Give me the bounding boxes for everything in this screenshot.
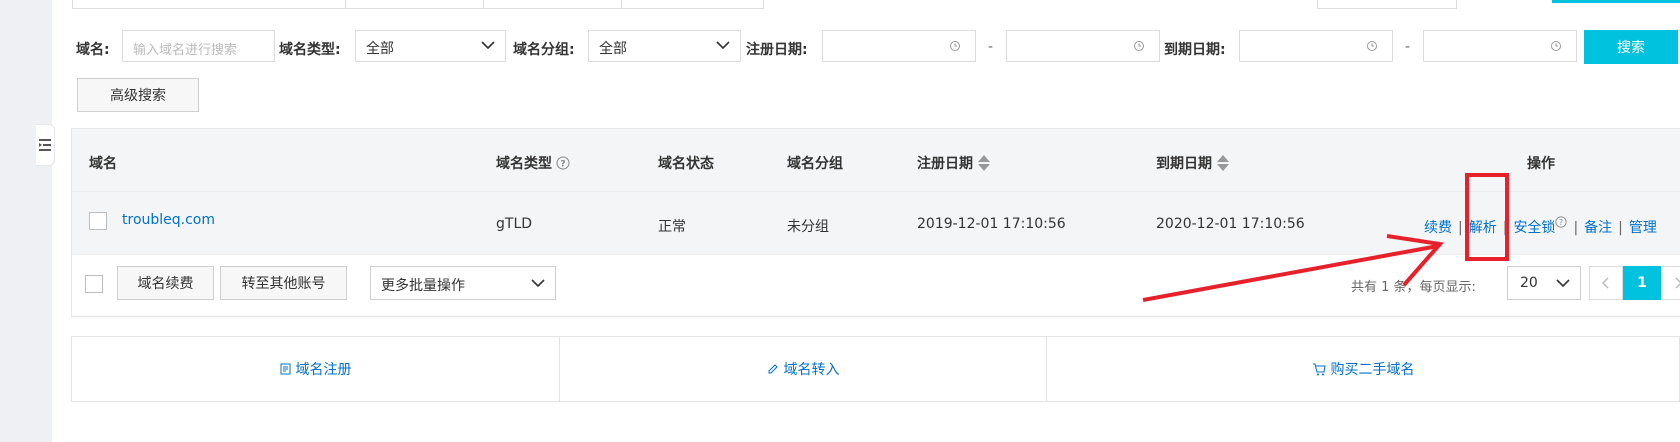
divider: | [1502, 220, 1508, 236]
domain-search-input[interactable]: 输入域名进行搜索 [122, 30, 275, 62]
domain-type-value: 全部 [366, 41, 394, 57]
domain-group-label: 域名分组: [513, 42, 575, 58]
domain-table: 域名 域名类型 ? 域名状态 域名分组 注册日期 到期日期 操作 trouble… [71, 128, 1680, 317]
help-icon[interactable]: ? [556, 156, 570, 170]
clock-icon [1551, 41, 1561, 51]
help-icon[interactable]: ? [1555, 216, 1568, 228]
renew-link[interactable]: 续费 [1424, 220, 1452, 236]
col-reg-date[interactable]: 注册日期 [917, 153, 991, 173]
col-type-label: 域名类型 [496, 156, 552, 172]
dns-resolve-link[interactable]: 解析 [1469, 220, 1497, 236]
domain-status-cell: 正常 [658, 219, 686, 235]
table-header: 域名 域名类型 ? 域名状态 域名分组 注册日期 到期日期 操作 [72, 129, 1680, 191]
chevron-down-icon [716, 41, 730, 50]
buy-second-hand-link[interactable]: 购买二手域名 [1046, 337, 1679, 401]
chevron-down-icon [1556, 279, 1570, 288]
exp-date-end-input[interactable] [1423, 30, 1577, 62]
col-reg-date-label: 注册日期 [917, 156, 973, 172]
page-size-select[interactable]: 20 [1507, 266, 1581, 300]
row-actions: 续费 | 解析 | 安全锁? | 备注 | 管理 [1424, 216, 1657, 237]
manage-link[interactable]: 管理 [1629, 220, 1657, 236]
col-exp-date[interactable]: 到期日期 [1156, 153, 1230, 173]
domain-type-cell: gTLD [496, 216, 533, 232]
total-count-text: 共有 1 条，每页显示: [1351, 280, 1476, 295]
left-sidebar-rail [0, 0, 52, 442]
exp-date-separator: - [1405, 39, 1411, 55]
clock-icon [1134, 41, 1144, 51]
row-checkbox[interactable] [89, 212, 107, 230]
exp-date-start-input[interactable] [1239, 30, 1393, 62]
transfer-in-link[interactable]: 域名转入 [559, 337, 1046, 401]
page-number-button[interactable]: 1 [1623, 266, 1661, 300]
batch-renew-button[interactable]: 域名续费 [117, 266, 214, 300]
reg-date-separator: - [988, 39, 994, 55]
notes-link[interactable]: 备注 [1584, 220, 1612, 236]
top-action-button[interactable] [1552, 0, 1680, 3]
domain-type-label: 域名类型: [279, 42, 341, 58]
exp-date-cell: 2020-12-01 17:10:56 [1156, 216, 1305, 232]
domain-group-cell: 未分组 [787, 219, 829, 235]
col-group: 域名分组 [787, 156, 843, 172]
exp-date-label: 到期日期: [1164, 42, 1226, 58]
tab[interactable] [621, 0, 764, 9]
reg-date-end-input[interactable] [1006, 30, 1160, 62]
col-exp-date-label: 到期日期 [1156, 156, 1212, 172]
divider: | [1618, 220, 1623, 236]
prev-page-button[interactable] [1589, 266, 1623, 300]
select-all-checkbox[interactable] [85, 275, 103, 293]
reg-date-start-input[interactable] [822, 30, 976, 62]
batch-actions-label: 更多批量操作 [381, 278, 465, 294]
advanced-search-button[interactable]: 高级搜索 [77, 78, 199, 112]
chevron-down-icon [531, 279, 545, 288]
edit-icon [768, 364, 778, 374]
next-page-button[interactable] [1661, 266, 1680, 300]
domain-link[interactable]: troubleq.com [122, 212, 215, 228]
svg-text:?: ? [560, 160, 565, 170]
reg-date-label: 注册日期: [746, 42, 808, 58]
top-tab-strip [72, 0, 1680, 9]
table-footer: 域名续费 转至其他账号 更多批量操作 共有 1 条，每页显示: 20 1 [72, 254, 1680, 316]
register-domain-link[interactable]: 域名注册 [72, 337, 559, 401]
buy-second-hand-label: 购买二手域名 [1330, 362, 1415, 378]
domain-group-value: 全部 [599, 41, 627, 57]
security-lock-link[interactable]: 安全锁 [1513, 220, 1555, 236]
col-actions: 操作 [1527, 156, 1555, 172]
domain-group-select[interactable]: 全部 [588, 30, 741, 62]
col-type: 域名类型 ? [496, 153, 570, 173]
menu-collapse-icon [39, 139, 51, 151]
document-icon [280, 363, 290, 375]
quick-links-bar: 域名注册 域名转入 购买二手域名 [71, 336, 1680, 402]
sort-icon[interactable] [1216, 153, 1230, 173]
tab[interactable] [1317, 0, 1457, 9]
filter-bar: 域名: 输入域名进行搜索 域名类型: 全部 域名分组: 全部 注册日期: - 到… [0, 30, 1680, 64]
divider: | [1458, 220, 1463, 236]
chevron-right-icon [1675, 277, 1680, 289]
tab[interactable] [72, 0, 347, 9]
divider: | [1573, 220, 1579, 236]
reg-date-cell: 2019-12-01 17:10:56 [917, 216, 1066, 232]
page-size-value: 20 [1520, 275, 1538, 291]
col-domain: 域名 [89, 156, 117, 172]
table-row: troubleq.com gTLD 正常 未分组 2019-12-01 17:1… [72, 191, 1680, 254]
tab[interactable] [483, 0, 623, 9]
sidebar-toggle[interactable] [36, 124, 55, 166]
clock-icon [950, 41, 960, 51]
col-status: 域名状态 [658, 156, 714, 172]
chevron-down-icon [481, 41, 495, 50]
domain-type-select[interactable]: 全部 [355, 30, 506, 62]
search-button[interactable]: 搜索 [1584, 30, 1678, 64]
transfer-in-label: 域名转入 [783, 362, 840, 378]
register-domain-label: 域名注册 [295, 362, 352, 378]
tab[interactable] [345, 0, 485, 9]
domain-label: 域名: [76, 42, 110, 58]
svg-text:?: ? [1559, 218, 1563, 227]
sort-icon[interactable] [977, 153, 991, 173]
clock-icon [1367, 41, 1377, 51]
chevron-left-icon [1602, 277, 1609, 289]
batch-actions-select[interactable]: 更多批量操作 [370, 266, 556, 300]
cart-icon [1312, 363, 1326, 375]
transfer-account-button[interactable]: 转至其他账号 [220, 266, 347, 300]
